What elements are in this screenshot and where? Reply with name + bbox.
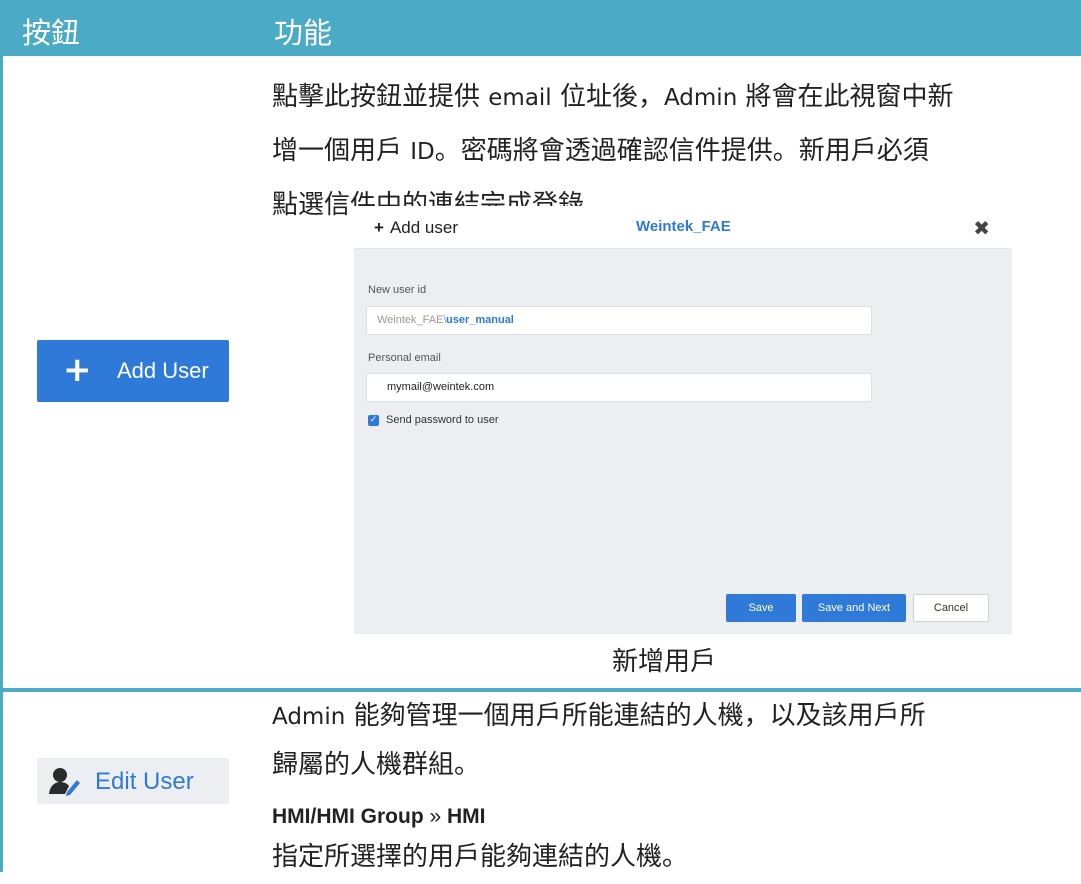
dialog-title: + Add user bbox=[374, 218, 458, 237]
new-user-id-label: New user id bbox=[368, 284, 427, 296]
add-user-button[interactable]: + Add User bbox=[37, 340, 229, 402]
user-id-prefix: Weintek_FAE\ bbox=[377, 314, 447, 326]
add-user-label: Add User bbox=[117, 358, 209, 383]
add-user-desc-line1: 點擊此按鈕並提供 email 位址後，Admin 將會在此視窗中新 bbox=[272, 82, 954, 112]
edit-user-icon bbox=[47, 766, 83, 800]
plus-icon: + bbox=[374, 218, 384, 237]
edit-user-desc-line2: 歸屬的人機群組。 bbox=[272, 750, 481, 780]
edit-user-desc-line3: 指定所選擇的用戶能夠連結的人機。 bbox=[272, 842, 689, 872]
dialog-domain: Weintek_FAE bbox=[636, 218, 731, 235]
edit-user-button[interactable]: Edit User bbox=[37, 758, 229, 804]
edit-user-label: Edit User bbox=[95, 768, 194, 795]
close-icon[interactable]: ✖ bbox=[973, 216, 990, 240]
email-value: mymail@weintek.com bbox=[387, 381, 495, 393]
function-table: 按鈕 功能 + Add User 點擊此按鈕並提供 email 位址後，Admi… bbox=[0, 0, 1081, 872]
header-function-column: 功能 bbox=[274, 16, 333, 50]
dialog-caption: 新增用戶 bbox=[612, 647, 717, 677]
send-password-label: Send password to user bbox=[386, 414, 499, 426]
personal-email-label: Personal email bbox=[368, 352, 441, 364]
personal-email-field[interactable]: mymail@weintek.com bbox=[366, 373, 872, 402]
save-and-next-button[interactable]: Save and Next bbox=[802, 594, 906, 622]
table-left-border bbox=[0, 56, 3, 872]
user-id-value: user_manual bbox=[446, 314, 514, 326]
new-user-id-field[interactable]: Weintek_FAE\ user_manual bbox=[366, 306, 872, 335]
header-button-column: 按鈕 bbox=[22, 16, 81, 50]
plus-icon: + bbox=[63, 350, 92, 390]
add-user-desc-line2: 增一個用戶 ID。密碼將會透過確認信件提供。新用戶必須 bbox=[272, 136, 929, 166]
save-button[interactable]: Save bbox=[726, 594, 796, 622]
send-password-checkbox[interactable]: ✓ bbox=[368, 415, 379, 426]
table-header: 按鈕 功能 bbox=[0, 0, 1081, 56]
cancel-button[interactable]: Cancel bbox=[913, 594, 989, 622]
dialog-header: + Add user Weintek_FAE ✖ bbox=[354, 206, 1012, 249]
edit-user-desc-line1: Admin 能夠管理一個用戶所能連結的人機，以及該用戶所 bbox=[272, 701, 926, 731]
dialog-body: New user id Weintek_FAE\ user_manual Per… bbox=[354, 249, 1012, 634]
add-user-dialog: + Add user Weintek_FAE ✖ New user id Wein… bbox=[354, 206, 1012, 634]
